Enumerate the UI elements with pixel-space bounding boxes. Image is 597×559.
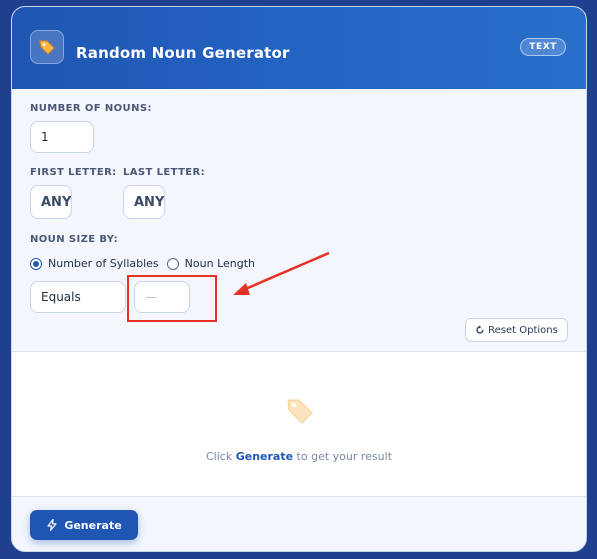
generate-button[interactable]: Generate xyxy=(30,510,138,540)
refresh-icon xyxy=(476,325,484,334)
noun-size-radio-group: Number of Syllables Noun Length xyxy=(30,257,255,270)
divider-bottom xyxy=(12,496,586,497)
number-of-nouns-input[interactable]: 1 xyxy=(30,121,94,153)
number-of-nouns-label: NUMBER OF NOUNS: xyxy=(30,103,152,114)
size-value-input[interactable]: — xyxy=(134,281,190,313)
lightning-icon xyxy=(47,519,57,531)
first-letter-value: ANY xyxy=(41,194,72,210)
hint-action: Generate xyxy=(235,450,294,463)
hint-suffix: to get your result xyxy=(293,450,393,463)
comparison-value: Equals xyxy=(41,290,81,304)
syllables-radio-label[interactable]: Number of Syllables xyxy=(48,257,159,270)
comparison-select[interactable]: Equals xyxy=(30,281,126,313)
type-badge: TEXT xyxy=(520,38,566,56)
syllables-radio[interactable] xyxy=(30,257,42,270)
card-header: Random Noun Generator TEXT xyxy=(12,7,586,89)
result-hint: Click Generate to get your result xyxy=(12,450,586,463)
reset-options-label: Reset Options xyxy=(488,324,558,336)
size-value: — xyxy=(145,290,157,304)
number-of-nouns-value: 1 xyxy=(41,130,49,144)
last-letter-value: ANY xyxy=(134,194,165,210)
tag-icon xyxy=(280,390,320,430)
first-letter-label: FIRST LETTER: xyxy=(30,167,117,178)
generator-card: Random Noun Generator TEXT NUMBER OF NOU… xyxy=(11,6,587,552)
hint-prefix: Click xyxy=(205,450,236,463)
tag-icon xyxy=(30,30,64,64)
reset-options-button[interactable]: Reset Options xyxy=(465,318,568,342)
last-letter-label: LAST LETTER: xyxy=(123,167,206,178)
last-letter-input[interactable]: ANY xyxy=(123,185,165,219)
noun-length-radio-label[interactable]: Noun Length xyxy=(185,257,255,270)
page-title: Random Noun Generator xyxy=(76,44,290,62)
generate-label: Generate xyxy=(64,518,122,532)
noun-length-radio[interactable] xyxy=(166,257,179,270)
first-letter-input[interactable]: ANY xyxy=(30,185,72,219)
noun-size-label: NOUN SIZE BY: xyxy=(30,234,118,245)
